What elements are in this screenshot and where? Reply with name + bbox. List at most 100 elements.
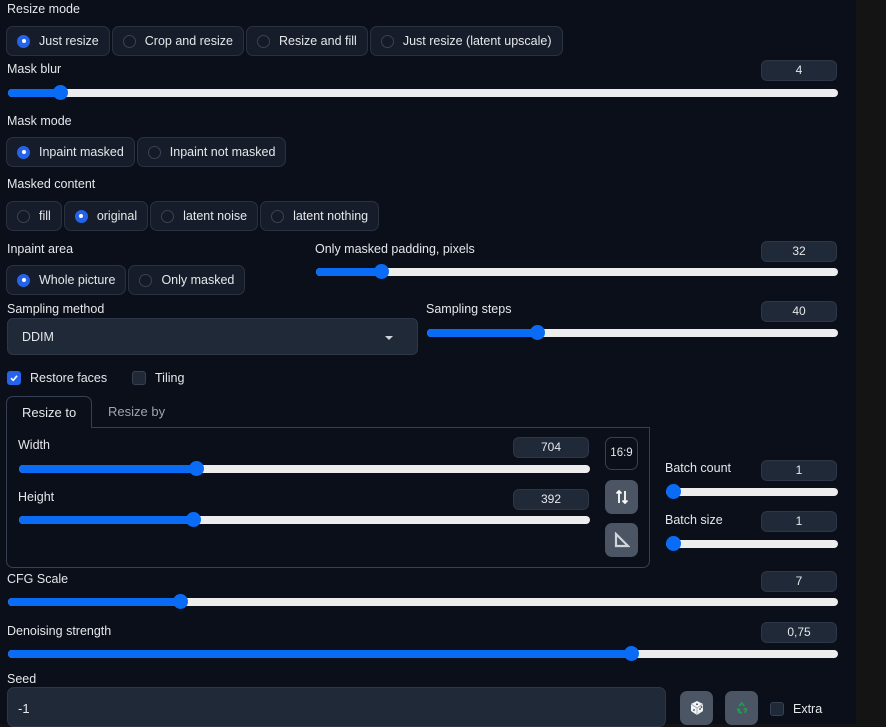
batch-count-input[interactable]: 1 bbox=[761, 460, 837, 481]
seed-input[interactable] bbox=[16, 700, 620, 717]
slider-fill bbox=[8, 650, 631, 658]
extra-checkbox[interactable]: Extra bbox=[770, 702, 822, 716]
sampling-steps-label: Sampling steps bbox=[426, 302, 512, 316]
height-slider[interactable] bbox=[19, 512, 590, 527]
inpaint-area-option[interactable]: Only masked bbox=[128, 265, 246, 295]
radio-label: Crop and resize bbox=[144, 34, 233, 48]
resize-mode-group: Just resize Crop and resize Resize and fil… bbox=[6, 26, 563, 56]
radio-label: Just resize bbox=[39, 34, 99, 48]
radio-icon[interactable] bbox=[380, 34, 394, 48]
resize-mode-option[interactable]: Crop and resize bbox=[111, 26, 244, 56]
masked-content-option[interactable]: original bbox=[63, 201, 149, 231]
reuse-seed-button[interactable] bbox=[725, 691, 758, 725]
sampling-steps-input[interactable]: 40 bbox=[761, 301, 837, 322]
ruler-button[interactable] bbox=[605, 523, 638, 557]
slider-thumb[interactable] bbox=[189, 461, 204, 476]
aspect-ratio-button[interactable]: 16:9 bbox=[605, 437, 638, 470]
restore-faces-checkbox[interactable]: Restore faces bbox=[7, 371, 107, 385]
settings-panel: Resize mode Just resize Crop and resize Re… bbox=[0, 0, 856, 727]
radio-label: Resize and fill bbox=[279, 34, 357, 48]
radio-icon[interactable] bbox=[17, 145, 30, 159]
sampling-method-label: Sampling method bbox=[7, 302, 105, 316]
slider-fill bbox=[19, 516, 194, 524]
check-icon bbox=[10, 375, 18, 382]
width-label: Width bbox=[18, 438, 50, 452]
width-input[interactable]: 704 bbox=[513, 437, 589, 458]
slider-fill bbox=[8, 598, 180, 606]
radio-label: Inpaint masked bbox=[39, 145, 124, 159]
slider-fill bbox=[427, 329, 538, 337]
slider-thumb[interactable] bbox=[172, 594, 188, 609]
recycle-icon bbox=[736, 701, 747, 714]
mask-mode-option[interactable]: Inpaint masked bbox=[6, 137, 135, 167]
radio-icon[interactable] bbox=[122, 34, 136, 48]
slider-thumb[interactable] bbox=[623, 646, 639, 661]
masked-content-option[interactable]: latent nothing bbox=[260, 201, 380, 231]
checkbox-box[interactable] bbox=[7, 371, 21, 385]
tab-resize-by[interactable]: Resize by bbox=[93, 396, 180, 428]
radio-icon[interactable] bbox=[17, 209, 30, 223]
width-slider[interactable] bbox=[19, 461, 590, 476]
slider-thumb[interactable] bbox=[374, 264, 390, 279]
radio-icon[interactable] bbox=[17, 273, 30, 287]
radio-icon[interactable] bbox=[257, 34, 270, 48]
radio-icon[interactable] bbox=[271, 209, 285, 223]
cfg-scale-input[interactable]: 7 bbox=[761, 571, 837, 592]
radio-icon[interactable] bbox=[17, 34, 30, 48]
denoising-strength-slider[interactable] bbox=[8, 646, 838, 661]
seed-label: Seed bbox=[7, 672, 37, 686]
restore-faces-label: Restore faces bbox=[30, 371, 108, 385]
seed-field[interactable] bbox=[7, 687, 666, 727]
radio-icon[interactable] bbox=[161, 209, 175, 223]
mask-mode-group: Inpaint masked Inpaint not masked bbox=[6, 137, 287, 167]
tiling-label: Tiling bbox=[155, 371, 185, 385]
height-input[interactable]: 392 bbox=[513, 489, 589, 510]
slider-thumb[interactable] bbox=[530, 325, 546, 340]
resize-mode-option[interactable]: Just resize bbox=[6, 26, 110, 56]
radio-label: latent noise bbox=[183, 209, 248, 223]
radio-label: fill bbox=[39, 209, 51, 223]
inpaint-area-option[interactable]: Whole picture bbox=[6, 265, 127, 295]
checkbox-box[interactable] bbox=[132, 371, 146, 385]
tab-resize-to[interactable]: Resize to bbox=[6, 396, 92, 428]
slider-fill bbox=[19, 465, 196, 473]
resize-mode-option[interactable]: Just resize (latent upscale) bbox=[369, 26, 563, 56]
radio-label: Just resize (latent upscale) bbox=[402, 34, 552, 48]
tiling-checkbox[interactable]: Tiling bbox=[132, 371, 184, 385]
radio-icon[interactable] bbox=[139, 273, 153, 287]
sampling-steps-slider[interactable] bbox=[427, 325, 838, 340]
radio-icon[interactable] bbox=[147, 145, 161, 159]
cfg-scale-slider[interactable] bbox=[8, 594, 838, 609]
batch-size-slider[interactable] bbox=[666, 536, 838, 551]
mask-mode-option[interactable]: Inpaint not masked bbox=[136, 137, 287, 167]
random-seed-button[interactable] bbox=[680, 691, 713, 725]
denoising-strength-input[interactable]: 0,75 bbox=[761, 622, 837, 643]
slider-thumb[interactable] bbox=[666, 484, 681, 499]
sampling-method-dropdown[interactable]: DDIM bbox=[7, 318, 418, 355]
resize-mode-option[interactable]: Resize and fill bbox=[246, 26, 368, 56]
slider-thumb[interactable] bbox=[666, 536, 681, 551]
radio-label: Only masked bbox=[161, 273, 235, 287]
padding-slider[interactable] bbox=[316, 264, 838, 279]
denoising-strength-label: Denoising strength bbox=[7, 624, 112, 638]
inpaint-area-group: Whole picture Only masked bbox=[6, 265, 246, 295]
scrollbar[interactable] bbox=[856, 0, 886, 724]
batch-size-input[interactable]: 1 bbox=[761, 511, 837, 532]
resize-mode-label: Resize mode bbox=[7, 2, 80, 16]
padding-input[interactable]: 32 bbox=[761, 241, 837, 262]
mask-blur-slider[interactable] bbox=[8, 85, 838, 100]
swap-dimensions-button[interactable] bbox=[605, 480, 638, 514]
radio-label: original bbox=[96, 209, 138, 223]
mask-blur-input[interactable]: 4 bbox=[761, 60, 837, 81]
checkbox-box[interactable] bbox=[770, 702, 784, 716]
batch-size-label: Batch size bbox=[665, 513, 723, 527]
extra-label: Extra bbox=[793, 702, 823, 716]
slider-fill bbox=[316, 268, 382, 276]
radio-icon[interactable] bbox=[74, 209, 88, 223]
masked-content-option[interactable]: fill bbox=[6, 201, 62, 231]
batch-count-slider[interactable] bbox=[666, 484, 838, 499]
masked-content-option[interactable]: latent noise bbox=[150, 201, 259, 231]
cfg-scale-label: CFG Scale bbox=[7, 572, 69, 586]
slider-thumb[interactable] bbox=[52, 85, 68, 100]
mask-mode-label: Mask mode bbox=[7, 114, 72, 128]
